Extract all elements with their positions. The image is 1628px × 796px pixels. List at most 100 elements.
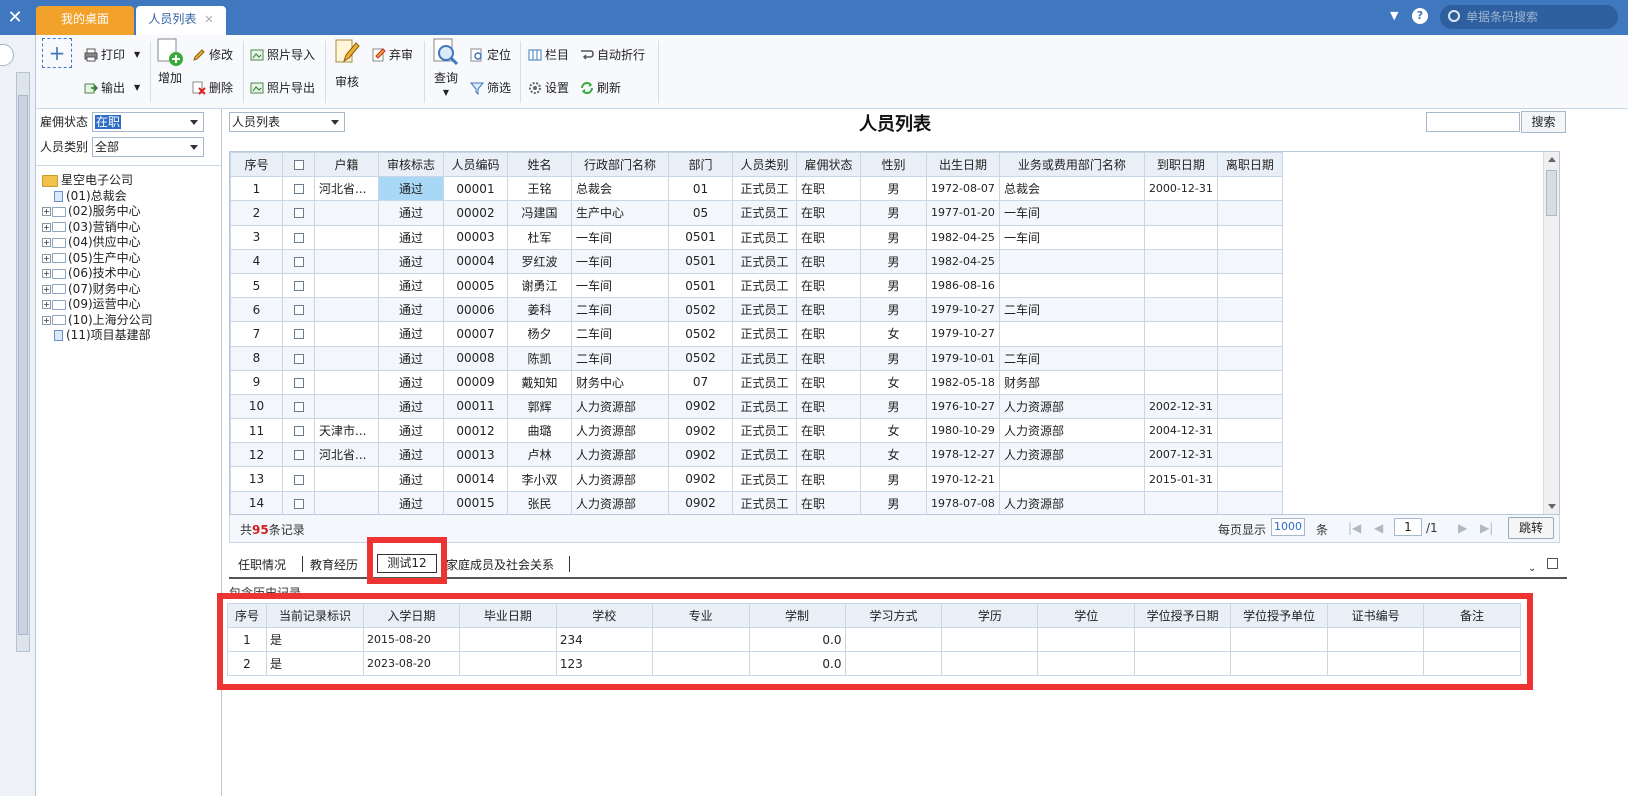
table-cell[interactable]: 二车间 [998,297,1145,323]
table-cell[interactable]: 通过 [378,369,444,395]
table-cell[interactable]: 在职 [796,466,861,492]
table-cell[interactable]: 2015-01-31 [1143,466,1218,492]
column-header[interactable]: 雇佣状态 [796,152,861,178]
table-cell[interactable]: 人力资源部 [998,393,1145,420]
table-cell[interactable]: 天津市... [314,418,379,444]
table-cell[interactable] [1143,369,1218,395]
table-cell[interactable]: 7 [230,321,283,347]
table-cell[interactable] [1216,466,1283,492]
table-cell[interactable]: 郭辉 [507,393,572,420]
table-cell[interactable] [1216,369,1283,395]
table-cell[interactable]: 2 [230,200,283,226]
table-cell[interactable]: 正式员工 [732,248,797,274]
table-cell[interactable]: 总裁会 [998,176,1145,202]
table-cell[interactable]: 0502 [668,345,733,371]
table-cell[interactable]: 3 [230,224,283,250]
column-header[interactable]: 审核标志 [378,152,444,178]
tree-item[interactable]: + (09)运营中心 [42,297,218,313]
table-cell[interactable]: 人力资源部 [571,393,669,420]
print-button[interactable]: 打印 ▼ [84,46,140,63]
table-cell[interactable]: 正式员工 [732,393,797,420]
table-cell[interactable] [1216,490,1283,514]
table-cell[interactable]: 2000-12-31 [1143,176,1218,202]
table-row[interactable]: 1 河北省... 通过 00001 王铭 总裁会 01 正式员工 在职男 1972-08-07 总裁… [230,176,1283,202]
table-cell[interactable]: 00007 [443,321,508,347]
table-cell[interactable] [314,393,379,420]
table-cell[interactable]: 在职 [796,272,861,299]
table-cell[interactable] [314,321,379,347]
table-row[interactable]: 13 通过 00014 李小双 人力资源部 0902 正式员工 在职男 1970-12-21 20… [230,466,1283,492]
column-header[interactable]: 部门 [668,152,733,178]
refresh-button[interactable]: 刷新 [580,79,621,96]
expand-icon[interactable]: + [42,315,51,325]
table-cell[interactable]: 在职 [796,248,861,274]
table-cell[interactable]: 谢勇江 [507,272,572,299]
edge-scrollbar[interactable] [16,72,30,652]
table-cell[interactable]: 杨夕 [507,321,572,347]
first-page-icon[interactable]: |◀ [1348,521,1361,535]
table-cell[interactable]: 男 [860,490,927,514]
table-row[interactable]: 14 通过 00015 张民 人力资源部 0902 正式员工 在职男 1978-07-08 人力资… [230,490,1283,514]
table-cell[interactable]: 1976-10-27 [926,393,1000,420]
table-cell[interactable] [1143,321,1218,347]
tree-item[interactable]: + (05)生产中心 [42,251,218,267]
table-row[interactable]: 7 通过 00007 杨夕 二车间 0502 正式员工 在职女 1979-10-27 [230,321,1283,347]
table-cell[interactable]: 戴知知 [507,369,572,395]
chevron-down-icon[interactable]: ▼ [134,50,140,59]
table-cell[interactable] [314,224,379,250]
table-cell[interactable]: 0902 [668,466,733,492]
table-cell[interactable]: 通过 [378,466,444,492]
add-new-icon[interactable]: + [42,38,72,68]
table-cell[interactable]: 0902 [668,442,733,468]
table-cell[interactable]: 姜科 [507,297,572,323]
table-cell[interactable] [282,345,315,371]
table-cell[interactable]: 男 [860,176,927,202]
table-cell[interactable]: 通过 [378,393,444,420]
table-cell[interactable]: 男 [860,224,927,250]
table-cell[interactable]: 通过 [378,345,444,371]
table-cell[interactable]: 总裁会 [571,176,669,202]
table-cell[interactable]: 男 [860,248,927,274]
table-cell[interactable] [282,272,315,299]
column-header[interactable]: 人员编码 [443,152,508,178]
chevron-down-icon[interactable]: ▼ [134,83,140,92]
table-cell[interactable]: 财务中心 [571,369,669,395]
table-cell[interactable]: 8 [230,345,283,371]
audit-button[interactable]: 审核 [334,37,360,90]
tab-family[interactable]: 家庭成员及社会关系 [446,556,554,573]
tree-item[interactable]: + (10)上海分公司 [42,313,218,329]
grid-scrollbar[interactable] [1543,152,1559,514]
table-cell[interactable] [282,176,315,202]
table-cell[interactable] [282,442,315,468]
expand-icon[interactable]: + [42,284,51,294]
table-cell[interactable]: 罗红波 [507,248,572,274]
dropdown-arrow-icon[interactable]: ▼ [1390,9,1398,22]
table-cell[interactable]: 9 [230,369,283,395]
table-cell[interactable]: 在职 [796,418,861,444]
person-category-select[interactable]: 全部 [92,137,204,157]
tab-my-desktop[interactable]: 我的桌面 [36,6,134,35]
table-row[interactable]: 12 河北省... 通过 00013 卢林 人力资源部 0902 正式员工 在职女 1978-12… [230,442,1283,468]
table-cell[interactable]: 在职 [796,393,861,420]
column-header[interactable]: 序号 [230,152,283,178]
table-cell[interactable]: 00005 [443,272,508,299]
table-cell[interactable]: 男 [860,466,927,492]
table-cell[interactable]: 正式员工 [732,345,797,371]
column-header[interactable]: 出生日期 [926,152,1000,178]
row-checkbox[interactable] [293,426,304,437]
table-cell[interactable]: 1972-08-07 [926,176,1000,202]
expand-icon[interactable]: + [42,207,51,216]
table-row[interactable]: 10 通过 00011 郭辉 人力资源部 0902 正式员工 在职男 1976-10-27 人力资… [230,393,1283,420]
table-cell[interactable] [998,248,1145,274]
table-cell[interactable] [282,466,315,492]
table-cell[interactable] [1143,490,1218,514]
table-cell[interactable]: 00001 [443,176,508,202]
expand-icon[interactable]: + [42,300,51,309]
table-cell[interactable]: 00012 [443,418,508,444]
table-cell[interactable]: 张民 [507,490,572,514]
table-cell[interactable]: 1979-10-27 [926,297,1000,323]
table-cell[interactable] [314,272,379,299]
select-all-checkbox[interactable] [293,160,304,171]
table-cell[interactable]: 正式员工 [732,272,797,299]
table-cell[interactable]: 通过 [378,490,444,514]
